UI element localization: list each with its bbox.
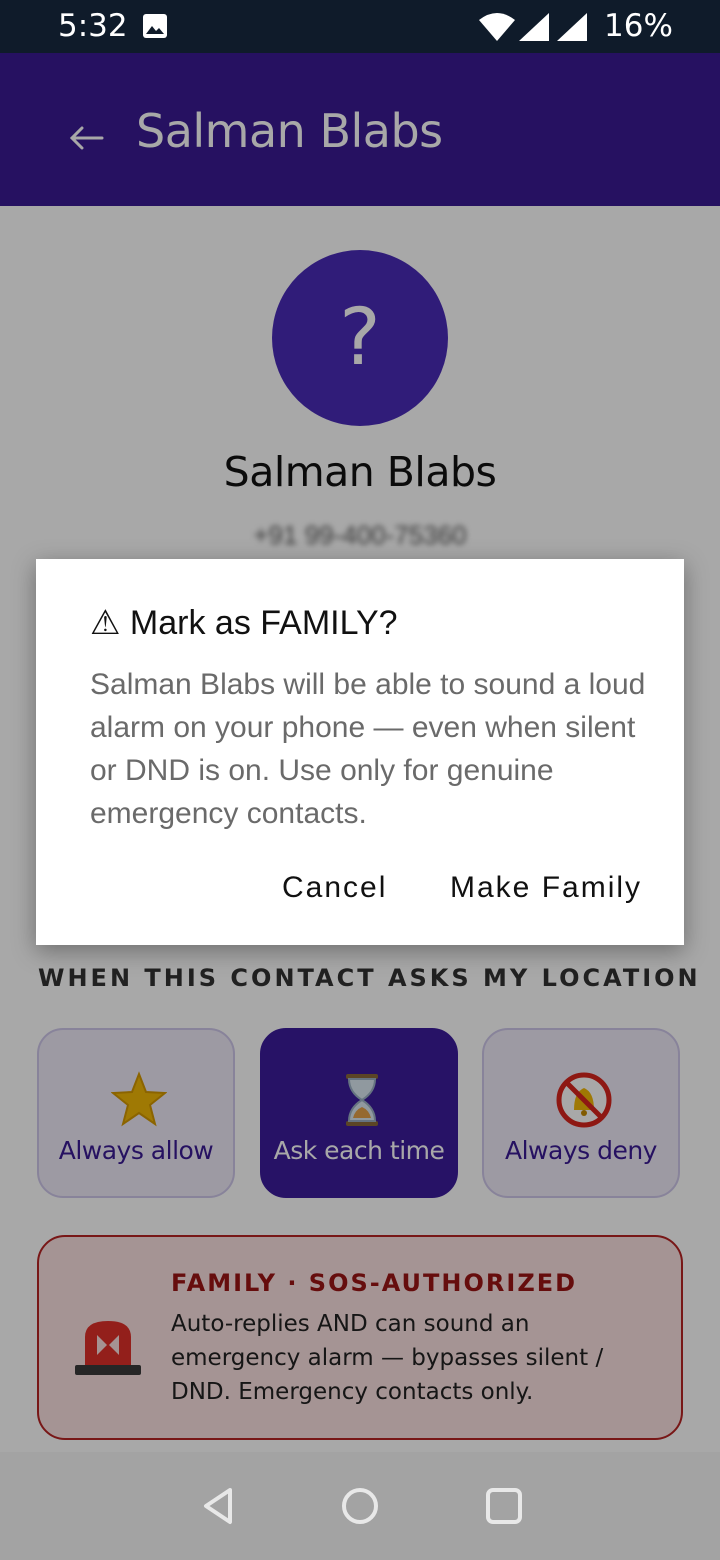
mark-family-dialog: ⚠ Mark as FAMILY? Salman Blabs will be a…	[36, 559, 684, 945]
battery-level: 16%	[604, 8, 673, 44]
signal-icon	[519, 13, 549, 41]
dialog-title: ⚠ Mark as FAMILY?	[90, 604, 398, 642]
image-icon	[143, 14, 167, 38]
make-family-button[interactable]: Make Family	[450, 871, 642, 905]
back-triangle-icon[interactable]	[198, 1486, 238, 1526]
status-time: 5:32	[58, 8, 128, 44]
navigation-bar	[0, 1452, 720, 1560]
cancel-button[interactable]: Cancel	[282, 871, 387, 905]
home-circle-icon[interactable]	[340, 1486, 380, 1526]
recents-square-icon[interactable]	[484, 1486, 524, 1526]
dialog-message: Salman Blabs will be able to sound a lou…	[90, 668, 646, 830]
wifi-icon	[479, 13, 515, 41]
status-bar: 5:32 16%	[0, 0, 720, 53]
signal-icon	[557, 13, 587, 41]
